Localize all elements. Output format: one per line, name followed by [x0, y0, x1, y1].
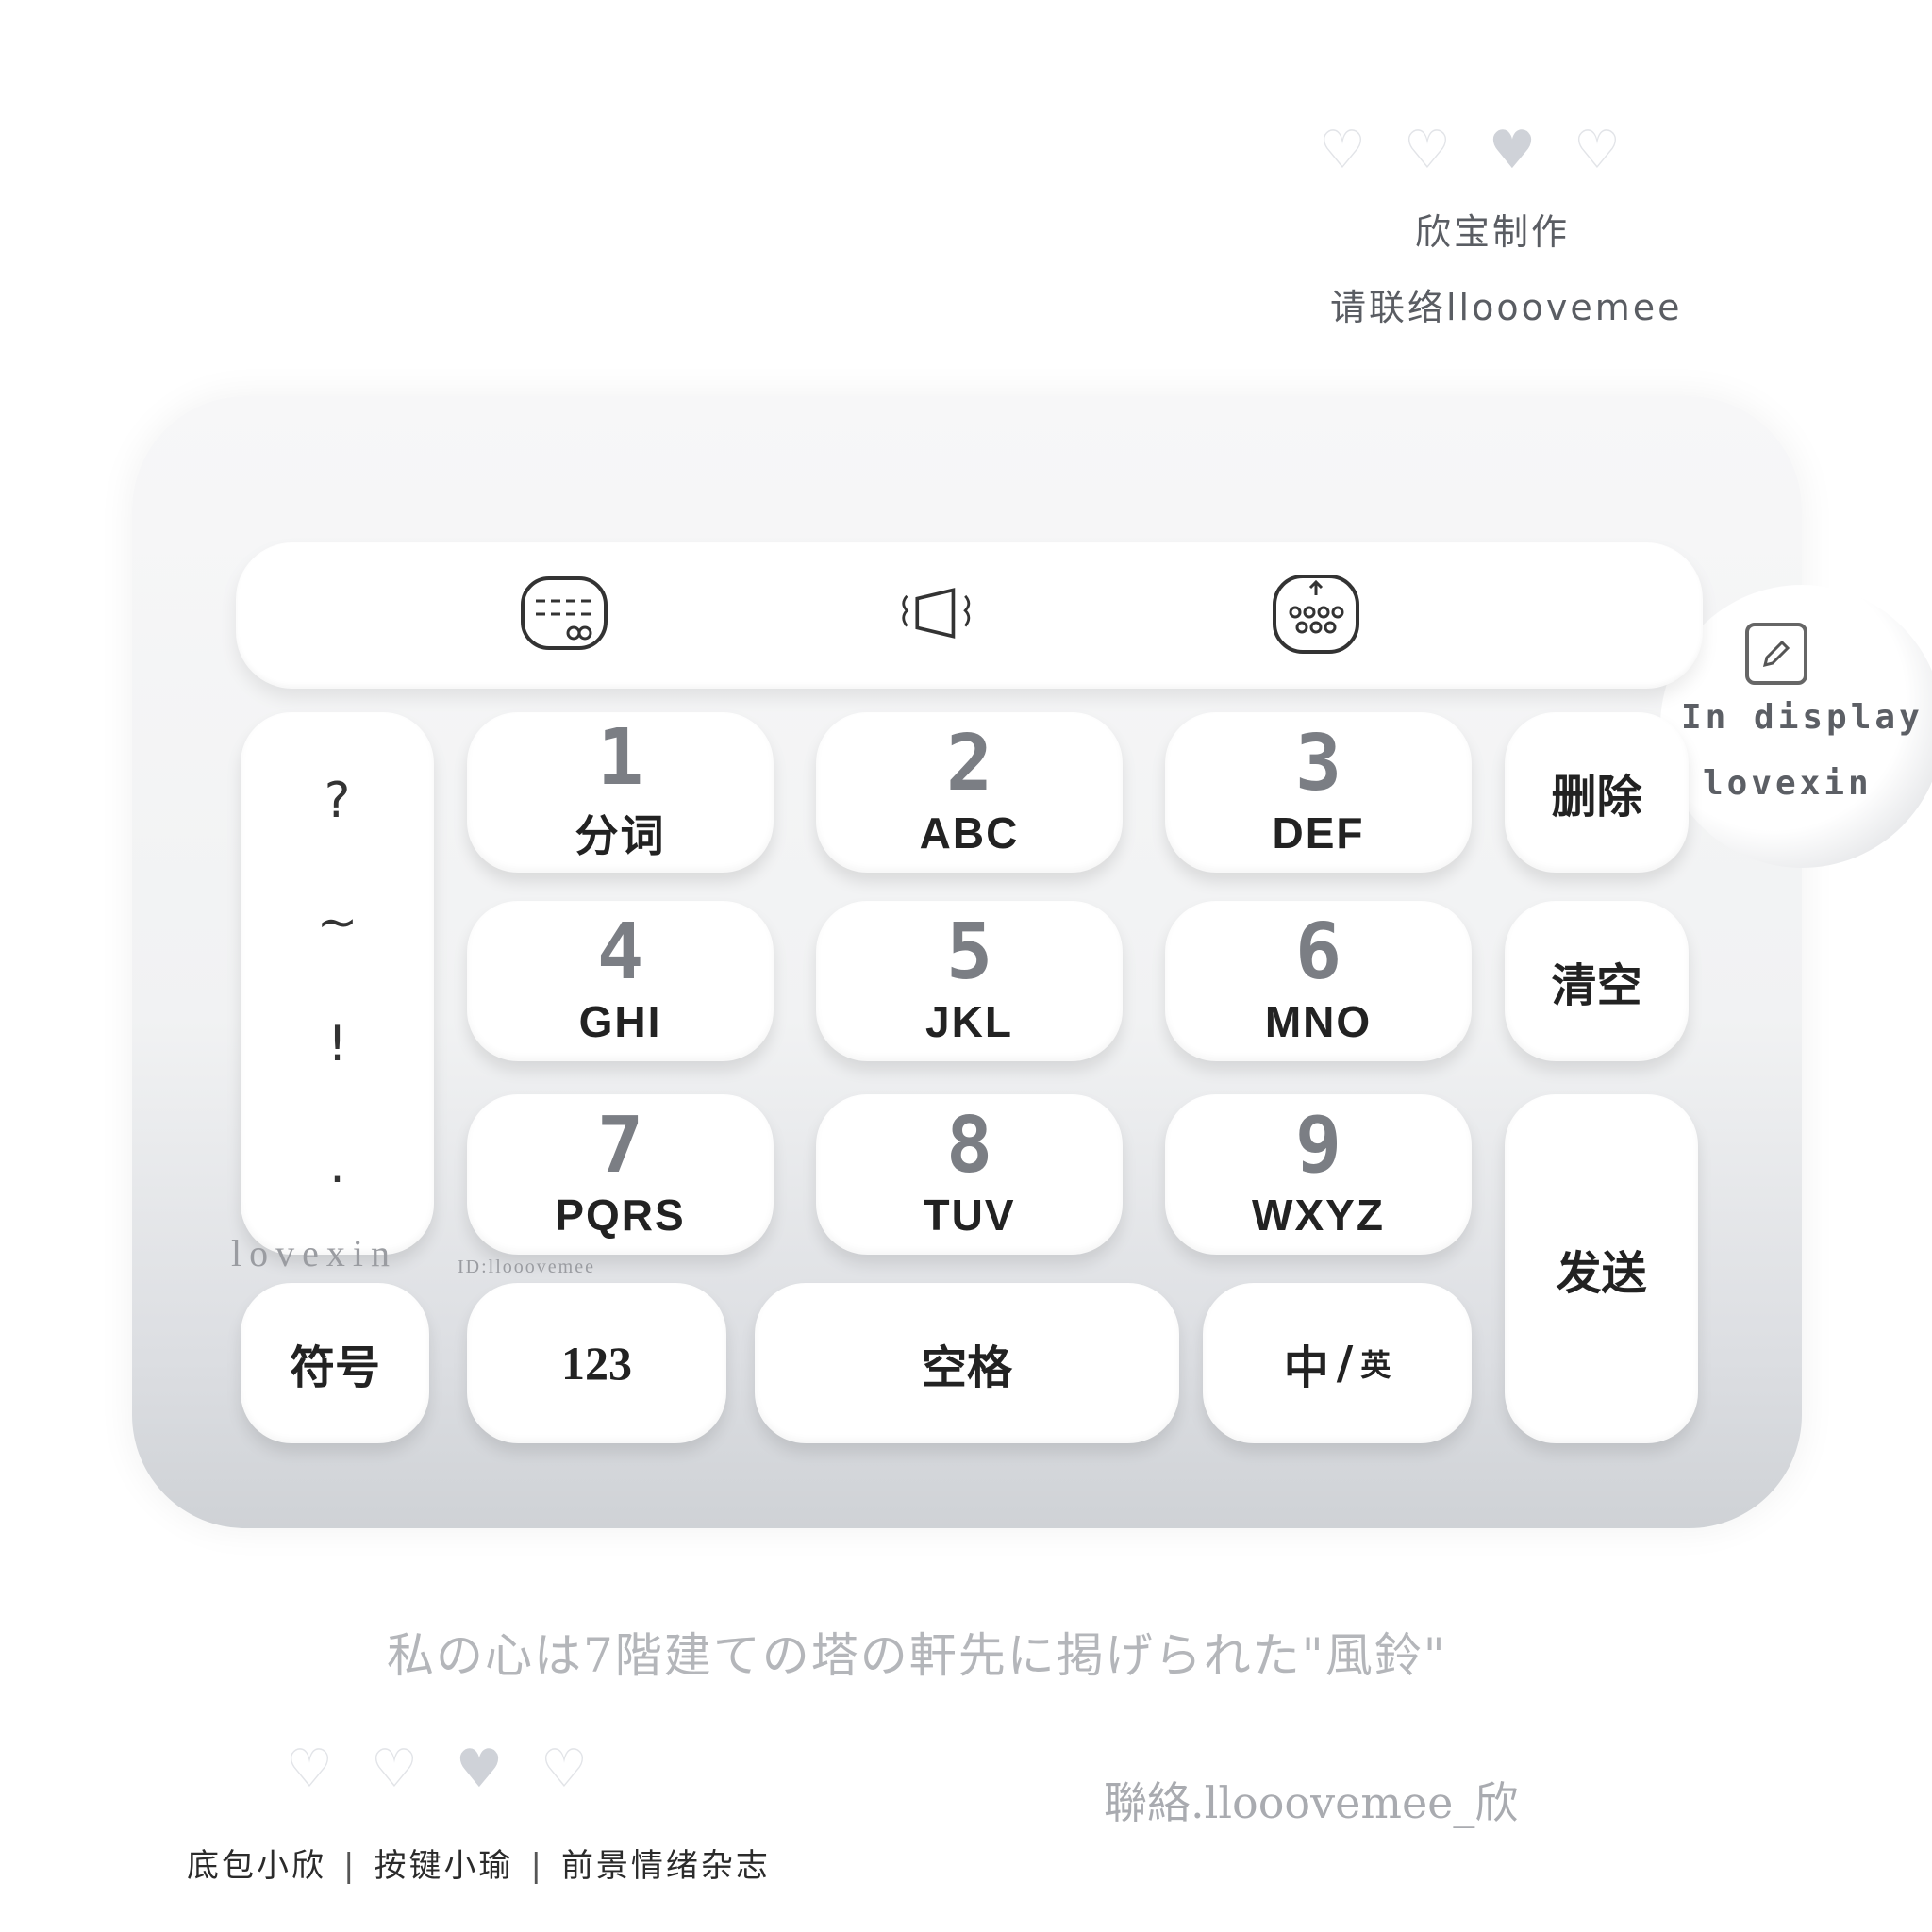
key-letters: ABC [919, 808, 1020, 858]
footer-tagline: 底包小欣 | 按键小瑜 | 前景情绪杂志 [187, 1840, 771, 1886]
key-digit: 5 [945, 908, 993, 997]
edit-icon[interactable] [1745, 623, 1807, 685]
num-button[interactable]: 123 [467, 1283, 726, 1443]
key-digit: 1 [596, 713, 644, 803]
key-digit: 3 [1294, 719, 1342, 808]
key-2[interactable]: 2 ABC [816, 712, 1123, 873]
heart-outline-icon: ♡ [285, 1739, 334, 1800]
send-label: 发送 [1556, 1247, 1647, 1300]
key-3[interactable]: 3 DEF [1165, 712, 1472, 873]
key-digit: 4 [596, 908, 644, 997]
send-button[interactable]: 发送 [1505, 1094, 1698, 1443]
symbol-period[interactable]: . [241, 1138, 434, 1194]
key-letters: 分词 [575, 811, 666, 860]
symbol-button[interactable]: 符号 [241, 1283, 429, 1443]
tagline-divider: | [343, 1847, 358, 1885]
lang-main: 中 [1283, 1341, 1329, 1394]
key-letters: PQRS [555, 1191, 686, 1240]
key-digit: 9 [1294, 1101, 1342, 1191]
key-digit: 6 [1294, 908, 1342, 997]
delete-label: 删除 [1551, 771, 1642, 824]
heart-outline-icon: ♡ [370, 1739, 419, 1800]
lang-sep: / [1336, 1337, 1354, 1390]
keyboard-skin-icon[interactable] [1269, 566, 1363, 660]
heart-outline-icon: ♡ [1403, 120, 1452, 181]
language-toggle-button[interactable]: 中 / 英 [1203, 1283, 1472, 1443]
key-8[interactable]: 8 TUV [816, 1094, 1123, 1255]
key-9[interactable]: 9 WXYZ [1165, 1094, 1472, 1255]
symbol-label: 符号 [289, 1341, 380, 1394]
japanese-caption: 私の心は7階建ての塔の軒先に掲げられた"風鈴" [387, 1628, 1447, 1683]
credit-contact: 请联络llooovemee [1330, 287, 1683, 328]
space-button[interactable]: 空格 [755, 1283, 1179, 1443]
symbol-tilde[interactable]: ~ [241, 894, 434, 951]
key-letters: DEF [1272, 808, 1365, 858]
key-letters: TUV [923, 1191, 1016, 1240]
key-letters: JKL [925, 997, 1013, 1046]
heart-outline-icon: ♡ [540, 1739, 589, 1800]
id-watermark: ID:llooovemee [458, 1257, 595, 1277]
key-5[interactable]: 5 JKL [816, 901, 1123, 1061]
key-letters: WXYZ [1252, 1191, 1385, 1240]
key-6[interactable]: 6 MNO [1165, 901, 1472, 1061]
key-digit: 8 [945, 1101, 993, 1191]
heart-filled-icon: ♥ [1488, 120, 1537, 181]
clear-label: 清空 [1551, 959, 1642, 1012]
delete-button[interactable]: 删除 [1505, 712, 1689, 873]
key-letters: MNO [1264, 997, 1373, 1046]
key-7[interactable]: 7 PQRS [467, 1094, 774, 1255]
symbol-question[interactable]: ? [241, 773, 434, 829]
key-letters: GHI [578, 997, 662, 1046]
symbol-exclaim[interactable]: ! [241, 1016, 434, 1073]
footer-hearts: ♡ ♡ ♥ ♡ [283, 1743, 591, 1796]
heart-outline-icon: ♡ [1318, 120, 1367, 181]
symbol-column: ? ~ ! . [241, 712, 434, 1255]
tagline-part: 按键小瑜 [374, 1847, 514, 1885]
key-digit: 7 [596, 1101, 644, 1191]
display-line1: In display [1681, 698, 1924, 737]
num-label: 123 [561, 1337, 632, 1390]
brand-watermark: lovexin [231, 1232, 397, 1274]
heart-outline-icon: ♡ [1573, 120, 1622, 181]
key-digit: 2 [945, 719, 993, 808]
key-4[interactable]: 4 GHI [467, 901, 774, 1061]
heart-filled-icon: ♥ [455, 1739, 504, 1800]
tagline-divider: | [530, 1847, 544, 1885]
display-line2: lovexin [1703, 764, 1873, 803]
clear-button[interactable]: 清空 [1505, 901, 1689, 1061]
card-pattern-icon[interactable] [517, 566, 611, 660]
credit-title: 欣宝制作 [1415, 211, 1571, 253]
vibrate-icon[interactable] [891, 566, 986, 660]
space-label: 空格 [921, 1341, 1012, 1394]
contact-line: 聯絡.llooovemee_欣 [1104, 1777, 1519, 1828]
lang-alt: 英 [1360, 1347, 1391, 1383]
key-1[interactable]: 1 分词 [467, 712, 774, 873]
tagline-part: 底包小欣 [187, 1847, 326, 1885]
tagline-part: 前景情绪杂志 [560, 1847, 771, 1885]
top-hearts: ♡ ♡ ♥ ♡ [1316, 125, 1624, 177]
